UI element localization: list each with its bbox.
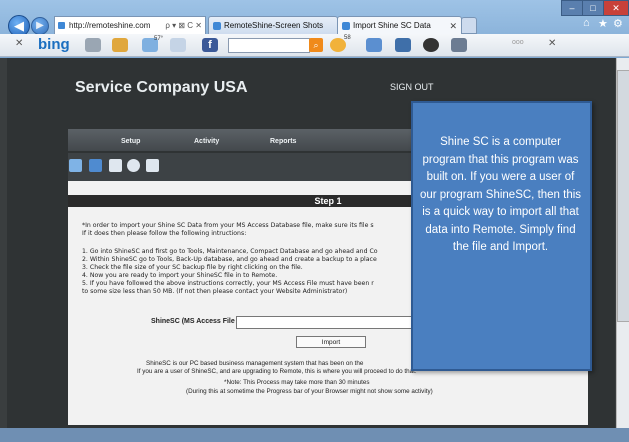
print-icon[interactable] [109, 159, 122, 172]
menu-reports[interactable]: Reports [270, 138, 296, 145]
tab-close-icon[interactable]: ✕ [449, 17, 457, 35]
facebook-icon[interactable]: f [202, 38, 218, 52]
instruction-step-4: 4. Now you are ready to import your Shin… [82, 272, 278, 279]
instruction-step-3: 3. Check the file size of your SC backup… [82, 264, 303, 271]
toolbar-cloud-icon[interactable] [170, 38, 186, 52]
tab-import-shine-sc-data[interactable]: Import Shine SC Data ✕ [337, 16, 462, 35]
callout-text: Shine SC is a computer program that this… [419, 136, 582, 253]
signout-link[interactable]: SIGN OUT [390, 82, 434, 92]
toolbar-close-icon[interactable]: ✕ [15, 38, 23, 49]
address-bar[interactable]: http://remoteshine.com ρ ▾ ⊠ C ✕ [54, 16, 206, 35]
card-icon[interactable] [89, 159, 102, 172]
new-tab-button[interactable] [461, 17, 477, 34]
tab-label: Import Shine SC Data [353, 21, 431, 30]
tab-favicon-icon [213, 22, 221, 30]
note-line-2: If you are a user of ShineSC, and are up… [137, 368, 417, 375]
toolbar-close-right-icon[interactable]: ✕ [548, 38, 556, 49]
instruction-step-2: 2. Within ShineSC go to Tools, Back-Up d… [82, 256, 377, 263]
instruction-step-1: 1. Go into ShineSC and first go to Tools… [82, 248, 378, 255]
help-icon[interactable] [127, 159, 140, 172]
toolbar-shopping-icon[interactable] [112, 38, 128, 52]
status-bar [0, 428, 629, 442]
menu-setup[interactable]: Setup [121, 138, 140, 145]
file-input[interactable] [236, 316, 418, 329]
instruction-step-5: 5. If you have followed the above instru… [82, 280, 374, 287]
menu-activity[interactable]: Activity [194, 138, 219, 145]
intro-line-2: If it does then please follow the follow… [82, 230, 247, 237]
scrollbar-thumb[interactable] [617, 70, 629, 322]
note-line-3: *Note: This Process may take more than 3… [224, 379, 370, 386]
settings-gear-icon[interactable]: ⚙ [613, 17, 623, 30]
close-window-button[interactable]: ✕ [603, 0, 629, 16]
forward-button[interactable]: ▶ [31, 17, 49, 35]
maximize-button[interactable]: □ [582, 0, 604, 16]
toolbar-more[interactable]: ooo [512, 39, 524, 46]
toolbar-chat-icon[interactable] [395, 38, 411, 52]
toolbar-news-icon[interactable] [85, 38, 101, 52]
tab-label: RemoteShine-Screen Shots [224, 21, 324, 30]
minimize-button[interactable]: – [561, 0, 583, 16]
note-line-4: (During this at sometime the Progress ba… [186, 388, 433, 395]
site-favicon-icon [58, 22, 65, 29]
tab-favicon-icon [342, 22, 350, 30]
bing-search-button[interactable]: ⌕ [309, 38, 323, 52]
home-icon[interactable]: ⌂ [583, 17, 590, 29]
company-name: Service Company USA [75, 79, 248, 96]
toolbar-media-icon[interactable] [423, 38, 439, 52]
mail-count: 58 [344, 35, 351, 41]
bing-search-input[interactable] [228, 38, 310, 53]
intro-line-1: *In order to import your Shine SC Data f… [82, 222, 374, 229]
toolbar-photos-icon[interactable] [451, 38, 467, 52]
import-button[interactable]: Import [296, 336, 366, 348]
toolbar-like-icon[interactable] [366, 38, 382, 52]
device-icon[interactable] [146, 159, 159, 172]
note-line-1: ShineSC is our PC based business managem… [146, 360, 364, 367]
bing-logo[interactable]: bing [38, 36, 70, 53]
weather-temp: 57° [154, 36, 164, 42]
users-icon[interactable] [69, 159, 82, 172]
address-text: http://remoteshine.com [69, 21, 151, 30]
favorites-star-icon[interactable]: ★ [598, 17, 608, 30]
tab-remoteshine-screenshots[interactable]: RemoteShine-Screen Shots [208, 16, 338, 35]
address-controls[interactable]: ρ ▾ ⊠ C ✕ [165, 17, 202, 34]
instruction-step-5-cont: to some size less than 50 MB. (If not th… [82, 288, 348, 295]
